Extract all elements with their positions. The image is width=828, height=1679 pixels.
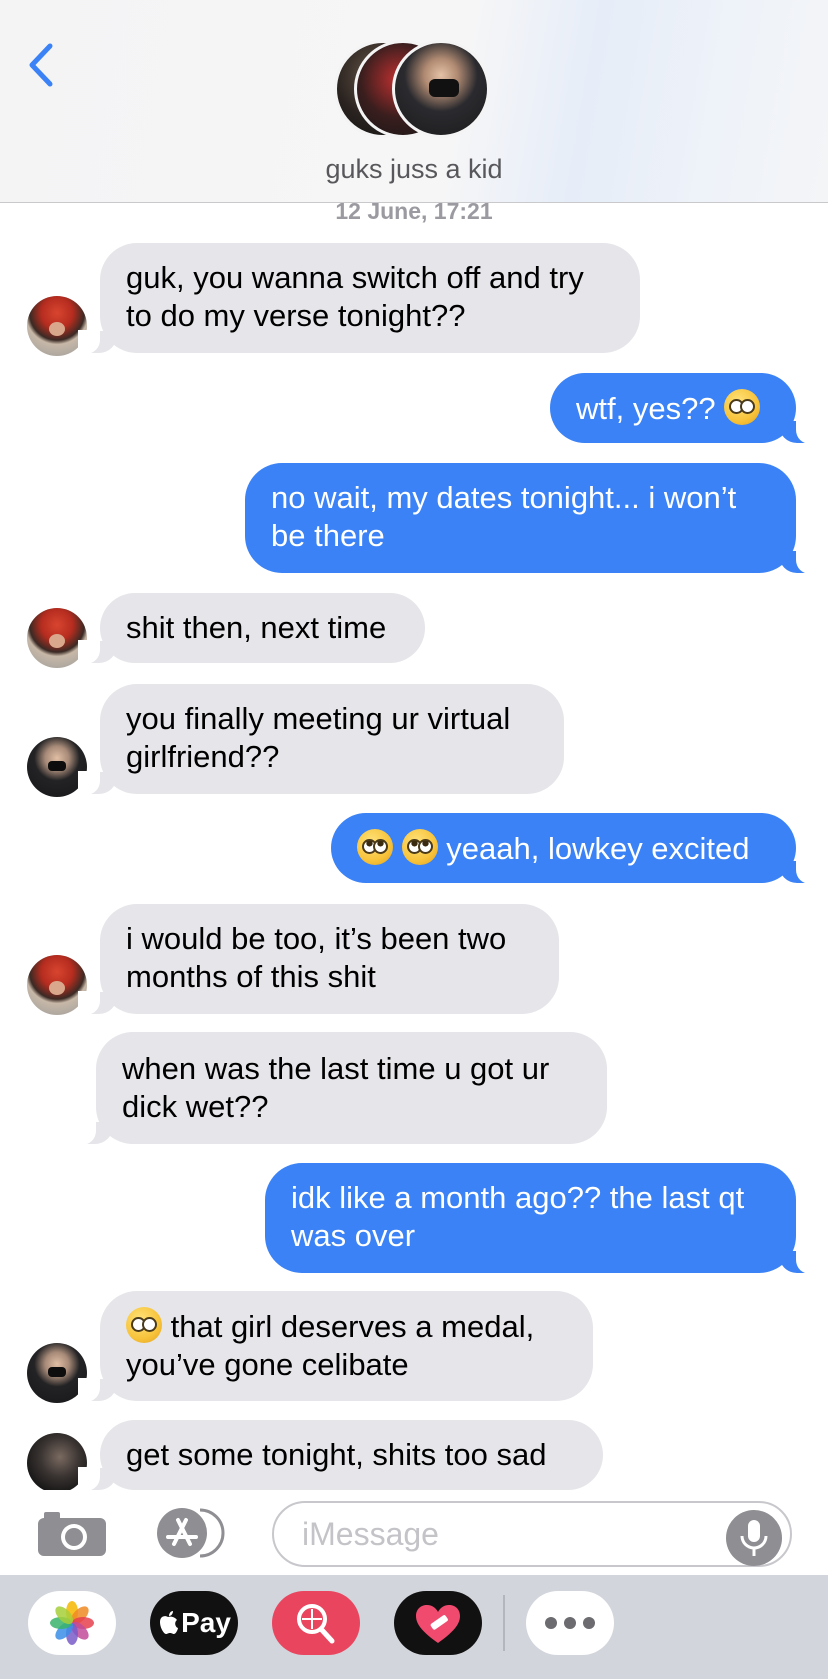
apple-pay-button[interactable]: Pay xyxy=(150,1591,238,1655)
message-line: shit then, next time xyxy=(126,610,387,645)
more-icon xyxy=(545,1617,557,1629)
message-input[interactable] xyxy=(272,1501,792,1567)
message-line: idk like a month ago?? the last qt xyxy=(291,1180,745,1215)
app-drawer: Pay xyxy=(0,1575,828,1679)
group-avatar-stack[interactable] xyxy=(334,40,494,140)
image-search-icon xyxy=(297,1604,335,1644)
received-message[interactable]: shit then, next time xyxy=(78,593,425,664)
received-message[interactable]: get some tonight, shits too sad xyxy=(78,1420,603,1491)
message-line: that girl deserves a medal, xyxy=(126,1307,567,1346)
message-line: months of this shit xyxy=(126,959,376,994)
message-line: girlfriend?? xyxy=(126,739,280,774)
photos-app-button[interactable] xyxy=(28,1591,116,1655)
eye-roll-emoji xyxy=(401,829,438,865)
message-line: was over xyxy=(291,1218,416,1253)
sent-message[interactable]: wtf, yes?? xyxy=(550,373,818,444)
message-text: wtf, yes?? xyxy=(576,391,716,426)
message-line: you’ve gone celibate xyxy=(126,1347,409,1382)
heart-sticker-button[interactable] xyxy=(394,1591,482,1655)
received-message[interactable]: that girl deserves a medal, you’ve gone … xyxy=(78,1291,593,1402)
message-timestamp: 12 June, 17:21 xyxy=(335,198,493,224)
message-text: yeaah, lowkey excited xyxy=(446,831,750,866)
received-message[interactable]: i would be too, it’s been two months of … xyxy=(78,904,559,1015)
message-line: when was the last time u got ur xyxy=(122,1051,550,1086)
microphone-icon xyxy=(740,1520,768,1556)
message-line: to do my verse tonight?? xyxy=(126,298,466,333)
message-line: you finally meeting ur virtual xyxy=(126,701,511,736)
sent-message[interactable]: no wait, my dates tonight... i won’t be … xyxy=(245,463,818,574)
message-line: i would be too, it’s been two xyxy=(126,921,507,956)
sent-message[interactable]: idk like a month ago?? the last qt was o… xyxy=(265,1163,818,1274)
flushed-face-emoji xyxy=(126,1307,162,1343)
received-message[interactable]: guk, you wanna switch off and try to do … xyxy=(78,243,640,354)
conversation-title[interactable]: guks juss a kid xyxy=(0,154,828,185)
sent-message[interactable]: yeaah, lowkey excited xyxy=(331,813,818,884)
message-line: get some tonight, shits too sad xyxy=(126,1437,547,1472)
apple-pay-icon xyxy=(160,1611,179,1634)
eye-roll-emoji xyxy=(357,829,393,865)
microphone-button[interactable] xyxy=(726,1510,782,1566)
more-apps-button[interactable] xyxy=(526,1591,614,1655)
compose-bar xyxy=(0,1490,828,1575)
heart-sticker-icon xyxy=(416,1605,460,1643)
message-text: that girl deserves a medal, xyxy=(170,1309,535,1344)
app-store-button[interactable] xyxy=(152,1506,232,1560)
received-message[interactable]: you finally meeting ur virtual girlfrien… xyxy=(78,684,564,795)
camera-icon xyxy=(38,1512,106,1556)
member-avatar xyxy=(392,40,490,138)
back-button[interactable] xyxy=(22,40,62,90)
message-line: be there xyxy=(271,518,385,553)
more-icon-dot xyxy=(564,1617,576,1629)
flushed-face-emoji xyxy=(724,389,761,425)
drawer-divider xyxy=(503,1595,505,1651)
message-line: dick wet?? xyxy=(122,1089,269,1124)
camera-button[interactable] xyxy=(36,1510,108,1558)
received-message[interactable]: when was the last time u got ur dick wet… xyxy=(74,1032,607,1145)
image-search-button[interactable] xyxy=(272,1591,360,1655)
message-line: no wait, my dates tonight... i won’t xyxy=(271,480,737,515)
app-store-icon xyxy=(157,1508,225,1558)
photos-icon xyxy=(50,1601,94,1645)
message-line: guk, you wanna switch off and try xyxy=(126,260,584,295)
chevron-left-icon xyxy=(29,43,53,87)
more-icon-dot xyxy=(583,1617,595,1629)
conversation-header: guks juss a kid xyxy=(0,0,828,203)
apple-pay-label: Pay xyxy=(181,1607,231,1638)
